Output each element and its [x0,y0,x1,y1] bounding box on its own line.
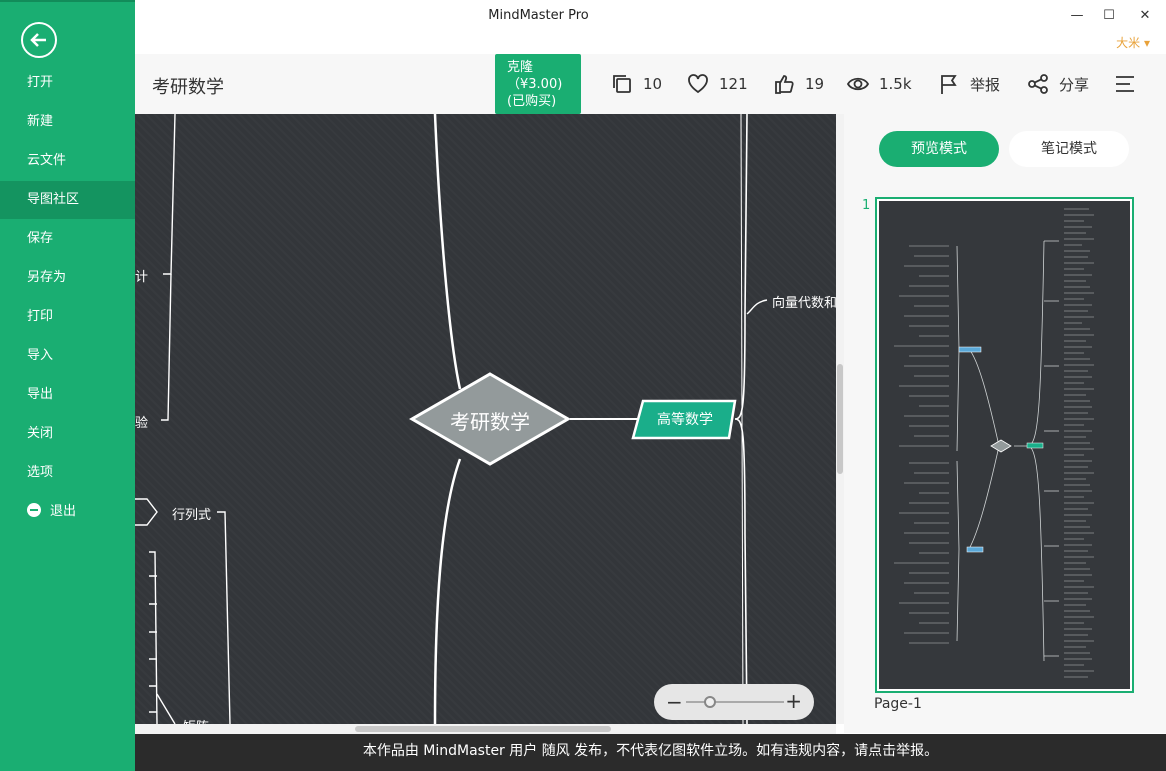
maximize-button[interactable]: ☐ [1099,6,1119,26]
copies-stat[interactable]: 10 [611,72,662,96]
topic-left-1[interactable]: 计 [135,266,148,285]
menu-cloud-files[interactable]: 云文件 [0,142,135,180]
share-icon [1028,74,1048,94]
zoom-out-button[interactable]: − [666,690,683,714]
eye-icon [847,77,869,91]
clone-button[interactable]: 克隆 （¥3.00) (已购买) [495,54,581,114]
copies-count: 10 [643,75,663,93]
views-count: 1.5k [879,75,912,93]
mindmap-canvas[interactable]: 考研数学 高等数学 计 验 行列式 矩阵 向量代数和空 − + [135,114,836,724]
share-button[interactable]: 分享 [1027,72,1089,96]
title-bar: MindMaster Pro — ☐ ✕ [0,0,1166,32]
menu-close[interactable]: 关闭 [0,415,135,453]
back-button[interactable] [21,22,57,58]
flag-icon [941,75,957,94]
page-number: 1 [862,198,871,213]
menu-print[interactable]: 打印 [0,298,135,336]
menu-export[interactable]: 导出 [0,376,135,414]
menu-community[interactable]: 导图社区 [0,181,135,219]
publisher-notice[interactable]: 本作品由 MindMaster 用户 随风 发布，不代表亿图软件立场。如有违规内… [135,734,1166,771]
thumbs-count: 19 [805,75,825,93]
close-button[interactable]: ✕ [1135,6,1155,26]
connector-left1 [163,114,176,275]
page-label: Page-1 [874,696,922,712]
menu-open[interactable]: 打开 [0,64,135,102]
report-label: 举报 [970,75,1001,94]
zoom-control: − + [654,684,814,720]
connector-determinant [217,511,231,724]
thumbnail-topic-ticks [894,208,1094,678]
page-thumbnail[interactable] [875,197,1134,693]
preview-mode-button[interactable]: 预览模式 [879,131,999,167]
menu-exit-label: 退出 [50,504,77,519]
report-button[interactable]: 举报 [938,72,1000,96]
menu-new[interactable]: 新建 [0,103,135,141]
connector-matrix [156,693,176,724]
connector-right-trunk [740,114,744,724]
exit-icon [27,503,41,517]
likes-stat[interactable]: 121 [687,72,748,96]
copy-icon [613,75,631,93]
menu-icon[interactable] [1114,74,1136,94]
back-arrow-icon [30,33,46,47]
thumbs-stat[interactable]: 19 [773,72,824,96]
user-menu[interactable]: 大米 ▾ [1116,34,1150,51]
file-menu-sidebar: 打开 新建 云文件 导图社区 保存 另存为 打印 导入 导出 关闭 选项 退出 [0,0,135,771]
vertical-scrollbar-thumb[interactable] [837,364,843,474]
app-title: MindMaster Pro [488,8,589,23]
horizontal-scrollbar-thumb[interactable] [355,726,611,732]
horizontal-scrollbar[interactable] [135,724,836,734]
thumbs-up-icon [775,75,794,94]
main-topic[interactable]: 高等数学 [633,400,737,438]
clone-label: 克隆 [507,60,534,75]
topic-matrix[interactable]: 矩阵 [183,716,209,724]
menu-import[interactable]: 导入 [0,337,135,375]
share-label: 分享 [1059,75,1090,94]
connector-root-down [433,458,462,724]
views-stat: 1.5k [847,72,912,96]
likes-count: 121 [719,75,748,93]
clone-status: (已购买) [507,94,557,109]
root-topic[interactable]: 考研数学 [410,406,570,435]
document-header: 考研数学 克隆 （¥3.00) (已购买) 10 121 19 1.5k 举报 … [135,54,1166,114]
zoom-slider-handle[interactable] [704,696,716,708]
connector-matrix-items [149,551,158,724]
main-topic-label: 高等数学 [657,412,713,428]
preview-panel: 预览模式 笔记模式 1 Page-1 [844,114,1166,733]
menu-options[interactable]: 选项 [0,454,135,492]
thumbnail-mindmap [894,208,1094,678]
connector-right1 [746,299,768,315]
note-mode-button[interactable]: 笔记模式 [1009,131,1129,167]
clone-price: （¥3.00) [507,77,563,92]
topic-right-1[interactable]: 向量代数和空 [772,292,836,311]
menu-save[interactable]: 保存 [0,220,135,258]
menu-exit[interactable]: 退出 [0,493,135,531]
connector-main-down [734,418,748,724]
connector-determinant-brace [135,498,158,526]
topic-determinant[interactable]: 行列式 [172,504,211,523]
zoom-slider-track[interactable] [686,701,784,703]
connector-root-up [433,114,462,390]
connector-left2 [161,273,172,421]
menu-save-as[interactable]: 另存为 [0,259,135,297]
minimize-button[interactable]: — [1067,6,1087,26]
page-title: 考研数学 [152,77,224,98]
heart-icon [688,74,708,94]
zoom-in-button[interactable]: + [785,689,802,713]
vertical-scrollbar[interactable] [836,114,844,724]
topic-left-2[interactable]: 验 [135,412,148,431]
thumbnail-preview [879,201,1130,689]
